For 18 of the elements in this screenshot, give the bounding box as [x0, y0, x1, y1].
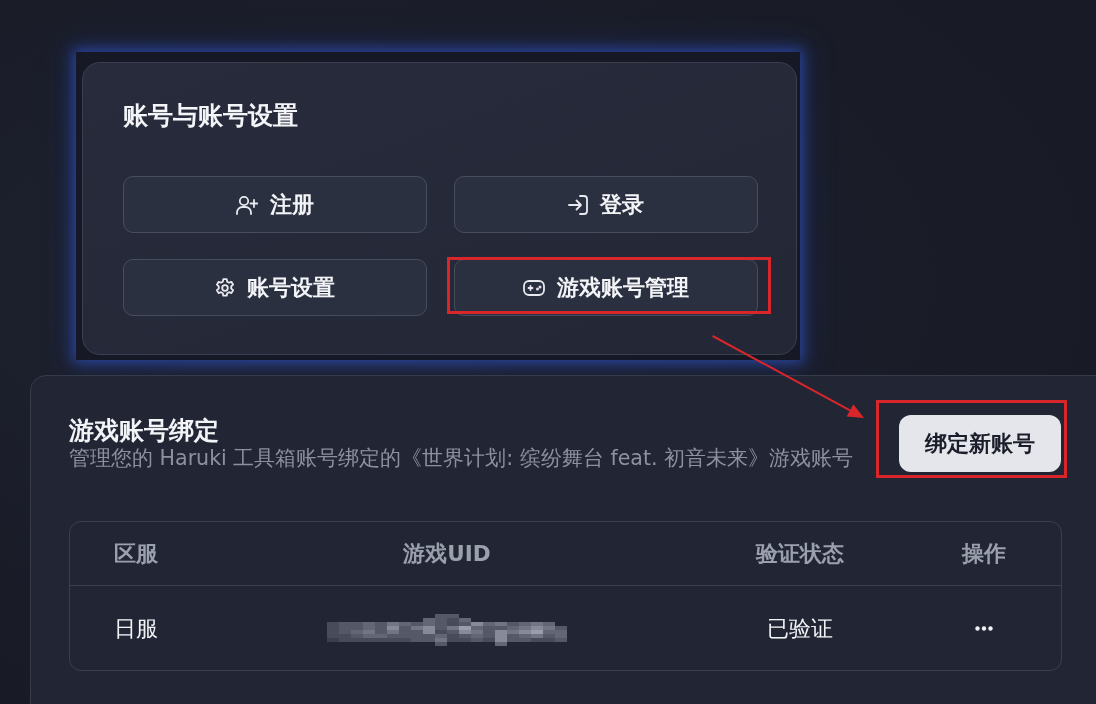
more-icon [975, 625, 993, 631]
bind-account-button[interactable]: 绑定新账号 [899, 415, 1061, 472]
section-title: 游戏账号绑定 [69, 416, 220, 445]
gear-icon [215, 277, 235, 298]
table-cell-text: 日服 [114, 614, 158, 643]
login-arrow-icon [568, 194, 588, 215]
action-button[interactable]: 登录 [454, 176, 758, 233]
column-header: 游戏UID [403, 540, 491, 568]
column-header: 操作 [962, 540, 1006, 568]
column-header: 验证状态 [756, 540, 844, 568]
card-title: 账号与账号设置 [123, 100, 299, 132]
section-description: 管理您的 Haruki 工具箱账号绑定的《世界计划: 缤纷舞台 feat. 初音未来》游戏账号 [69, 445, 854, 471]
gamepad-icon [523, 278, 545, 297]
action-button[interactable]: 账号设置 [123, 259, 427, 316]
table-cell-text: 已验证 [767, 614, 833, 643]
user-plus-icon [236, 194, 258, 215]
column-header: 区服 [114, 540, 158, 568]
action-button[interactable]: 注册 [123, 176, 427, 233]
